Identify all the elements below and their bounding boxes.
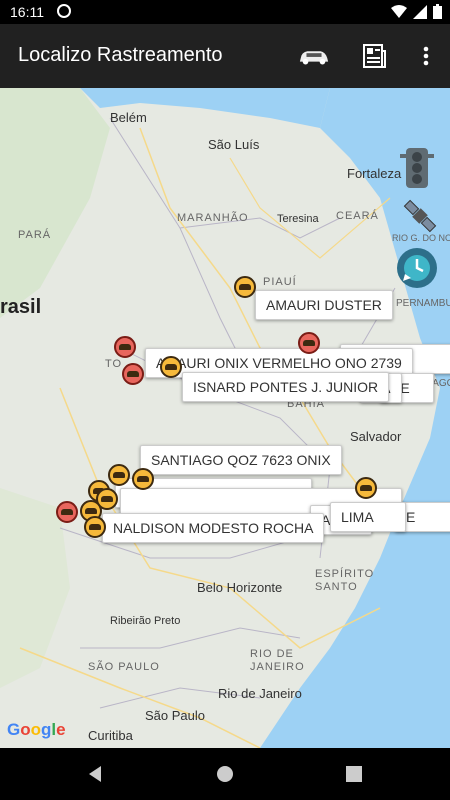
vehicle-callout[interactable]: AMAURI DUSTER [255,290,393,320]
state-label: RIO DE JANEIRO [250,648,305,673]
newspaper-icon [363,44,386,68]
state-label: CEARÁ [336,210,379,222]
state-label: PARÁ [18,229,52,241]
vehicle-callout[interactable]: LIMA [330,502,406,532]
car-icon [113,472,125,478]
city-label: Rio de Janeiro [218,686,302,701]
car-icon [119,344,131,350]
city-label: Ribeirão Preto [110,615,181,627]
satellite-view-button[interactable] [400,196,440,241]
car-icon [127,371,139,377]
vehicle-marker[interactable] [122,363,144,385]
state-label: PIAUÍ [263,276,297,288]
traffic-light-icon [400,148,434,188]
back-button[interactable] [86,765,104,783]
car-icon [303,340,315,346]
app-bar: Localizo Rastreamento [0,24,450,88]
status-bar: 16:11 [0,0,450,24]
car-icon [137,476,149,482]
state-label: SÃO PAULO [88,661,160,673]
vehicle-marker[interactable] [298,332,320,354]
state-label: ESPÍRITO SANTO [315,568,375,593]
city-label: São Paulo [145,708,205,723]
car-icon [360,485,372,491]
history-button[interactable] [395,246,439,295]
overflow-menu-button[interactable] [410,40,442,72]
state-label: PERNAMBUCO [396,298,450,309]
home-button[interactable] [216,765,234,783]
vehicle-marker[interactable] [355,477,377,499]
traffic-layer-button[interactable] [400,146,434,195]
vehicle-marker[interactable] [108,464,130,486]
google-logo: Google [7,720,66,739]
recents-button[interactable] [346,766,362,782]
history-clock-icon [397,248,437,288]
city-label: Belo Horizonte [197,580,283,595]
car-icon [239,284,251,290]
city-label: Belém [110,110,147,125]
vehicles-button[interactable] [298,40,330,72]
country-label: rasil [0,296,42,318]
state-label: MARANHÃO [177,212,249,224]
city-label: Teresina [277,213,319,225]
system-nav-bar [0,748,450,800]
vehicle-marker[interactable] [84,516,106,538]
vehicle-callout[interactable]: ISNARD PONTES J. JUNIOR [182,372,390,402]
app-title: Localizo Rastreamento [18,44,223,66]
vehicle-callout[interactable]: SANTIAGO QOZ 7623 ONIX [140,445,342,475]
status-time: 16:11 [10,4,44,20]
car-icon [101,496,113,502]
status-icons [391,4,442,19]
car-icon [299,51,329,65]
car-icon [89,524,101,530]
app-notification-icon [57,4,71,18]
state-label: TO [105,358,123,370]
more-vertical-icon [423,46,429,66]
vehicle-callout[interactable]: NALDISON MODESTO ROCHA [102,513,325,543]
vehicle-marker[interactable] [132,468,154,490]
vehicle-marker[interactable] [114,336,136,358]
signal-icon [413,4,427,19]
map-view[interactable]: Belém São Luís Fortaleza Teresina Salvad… [0,88,450,748]
vehicle-marker[interactable] [234,276,256,298]
car-icon [85,508,97,514]
city-label: São Luís [208,137,260,152]
map-basemap [0,88,450,748]
vehicle-marker[interactable] [56,501,78,523]
car-icon [165,364,177,370]
report-button[interactable] [358,40,390,72]
satellite-icon [403,199,437,233]
battery-icon [433,4,442,19]
city-label: Curitiba [88,728,133,743]
city-label: Salvador [350,429,402,444]
car-icon [61,509,73,515]
vehicle-marker[interactable] [160,356,182,378]
city-label: Fortaleza [347,166,402,181]
wifi-icon [391,4,407,18]
